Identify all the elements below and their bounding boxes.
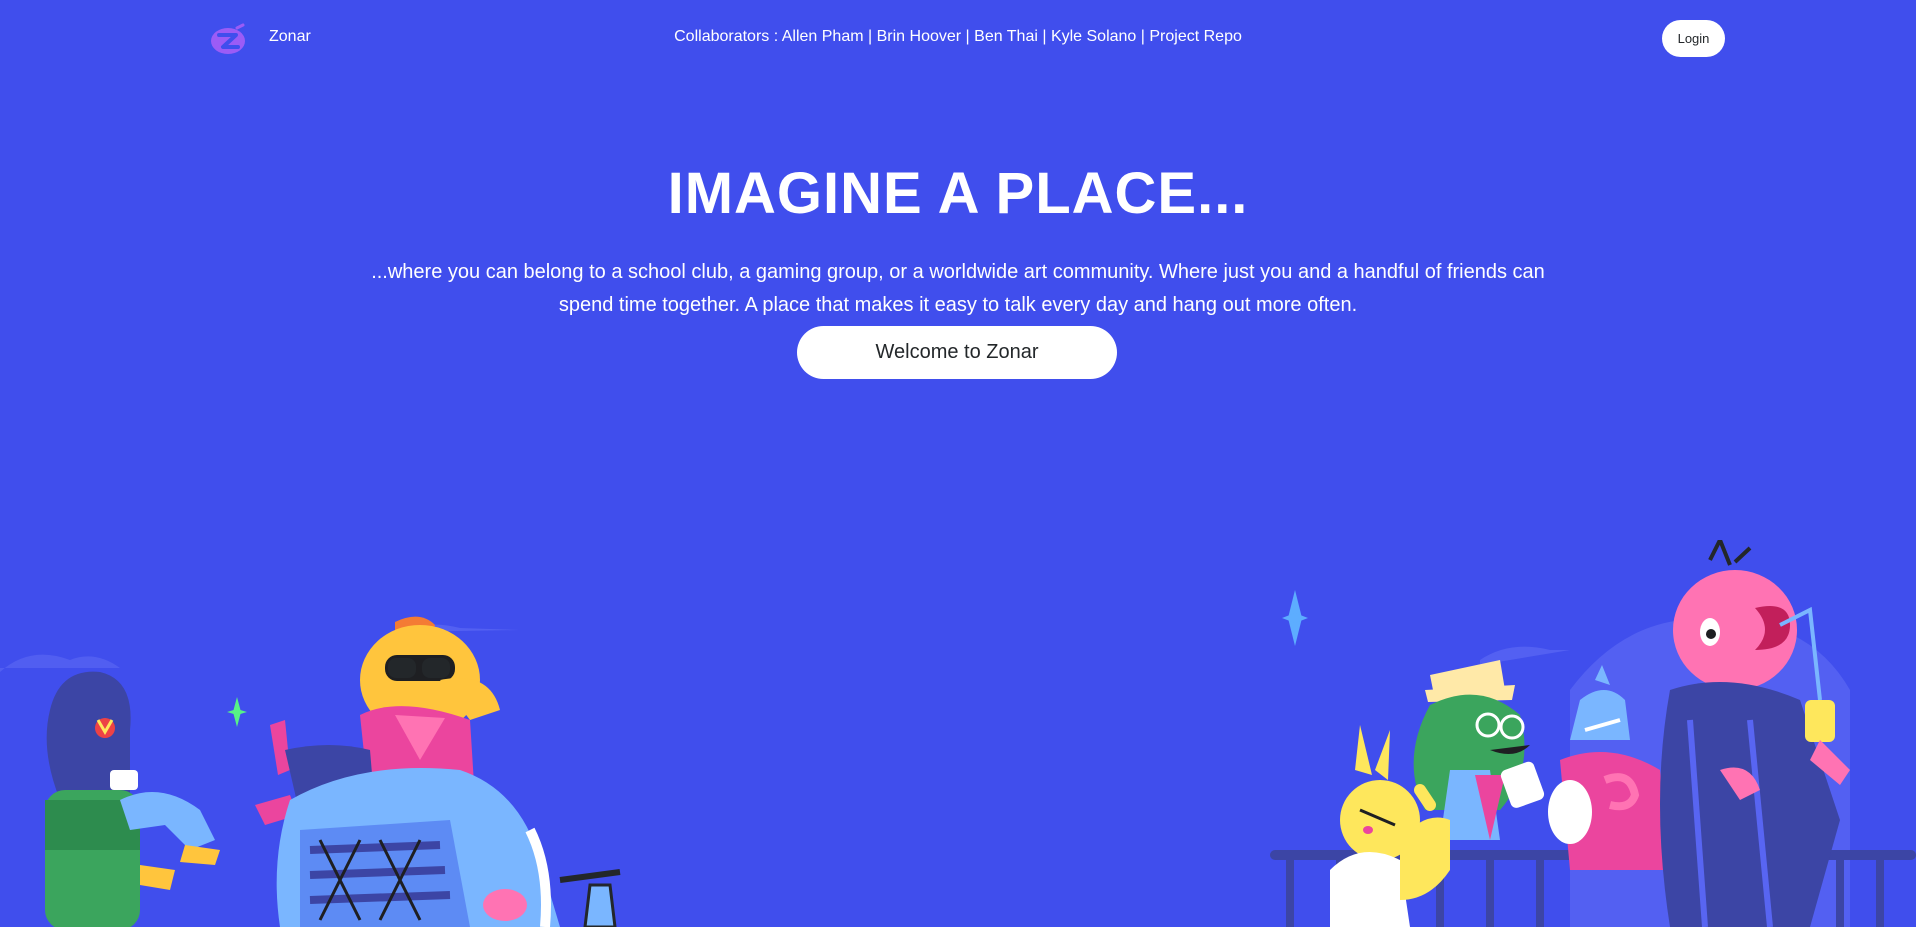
project-repo-link[interactable]: Project Repo [1149, 28, 1242, 45]
collaborator-link-ben-thai[interactable]: Ben Thai [974, 28, 1038, 45]
collaborator-link-allen-pham[interactable]: Allen Pham [782, 28, 864, 45]
welcome-button[interactable]: Welcome to Zonar [797, 326, 1117, 379]
separator: | [863, 28, 877, 45]
collaborator-link-kyle-solano[interactable]: Kyle Solano [1051, 28, 1136, 45]
hero-description: ...where you can belong to a school club… [371, 261, 1545, 316]
top-nav: Zonar Collaborators : Allen Pham | Brin … [0, 0, 1916, 76]
landing-page: Zonar Collaborators : Allen Pham | Brin … [0, 0, 1916, 927]
collaborators-label: Collaborators : [674, 28, 782, 45]
friends-lounging-illustration [0, 616, 621, 927]
hero-title: IMAGINE A PLACE... [667, 161, 1249, 226]
separator: | [1136, 28, 1150, 45]
collaborator-link-brin-hoover[interactable]: Brin Hoover [877, 28, 961, 45]
collaborators-bar: Collaborators : Allen Pham | Brin Hoover… [0, 27, 1916, 47]
separator: | [961, 28, 975, 45]
separator: | [1037, 28, 1051, 45]
friends-hanging-out-illustration [1270, 540, 1916, 927]
login-button[interactable]: Login [1662, 20, 1725, 57]
